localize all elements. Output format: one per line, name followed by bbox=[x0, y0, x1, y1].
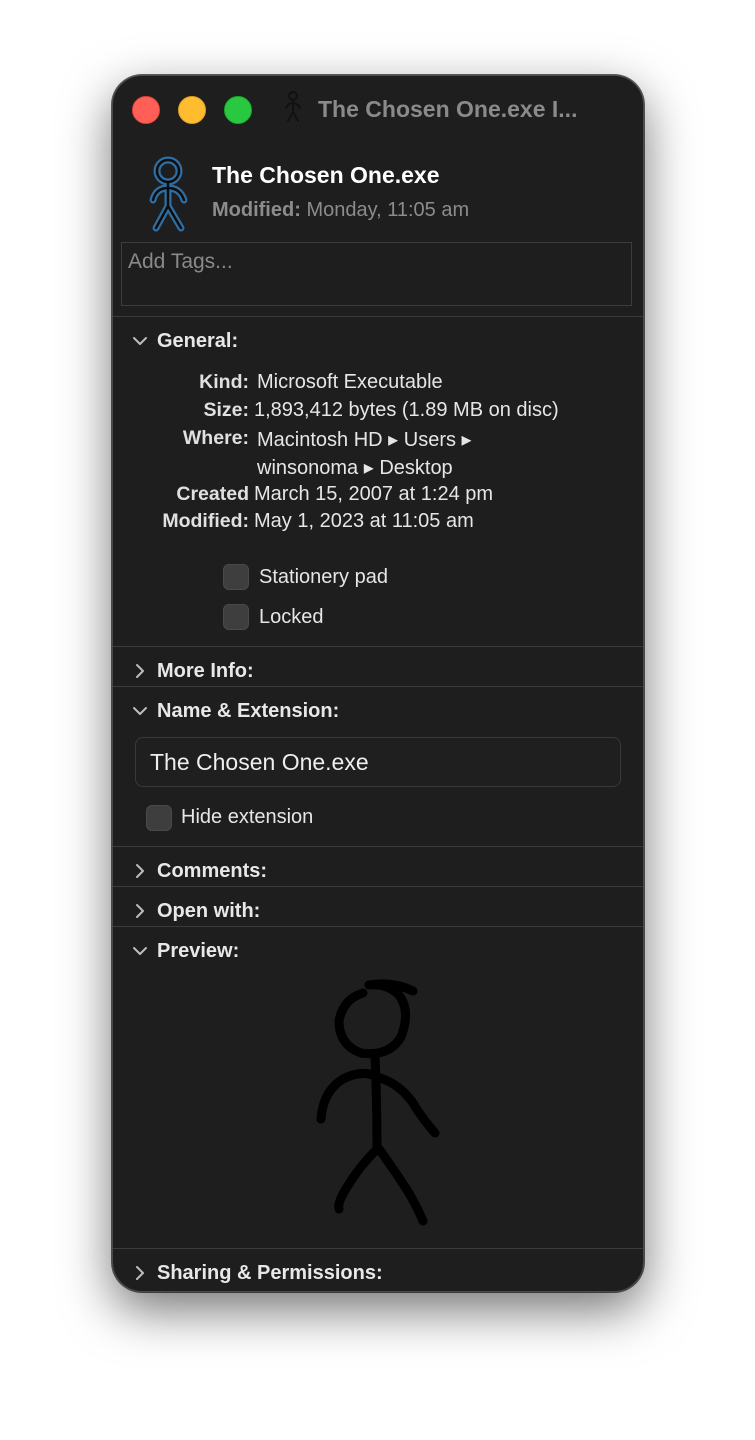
file-modified-label: Modified: bbox=[212, 199, 301, 221]
where-value-line2: winsonoma ▸ Desktop bbox=[257, 457, 453, 479]
divider bbox=[113, 646, 643, 647]
stationery-pad-checkbox[interactable] bbox=[223, 564, 249, 590]
where-label: Where: bbox=[182, 427, 249, 449]
stationery-pad-label: Stationery pad bbox=[259, 566, 388, 588]
hide-extension-label: Hide extension bbox=[181, 806, 314, 828]
modified-label: Modified: bbox=[162, 510, 249, 532]
close-button[interactable] bbox=[132, 96, 160, 124]
file-icon bbox=[149, 156, 188, 232]
window-title: The Chosen One.exe I... bbox=[318, 96, 578, 122]
divider bbox=[113, 926, 643, 927]
section-general-label: General: bbox=[157, 329, 239, 352]
chevron-right-icon bbox=[136, 904, 144, 918]
kind-label: Kind: bbox=[199, 371, 249, 393]
divider bbox=[113, 886, 643, 887]
section-name-extension-label: Name & Extension: bbox=[157, 699, 340, 722]
chevron-down-icon bbox=[133, 947, 147, 955]
divider bbox=[113, 686, 643, 687]
locked-checkbox[interactable] bbox=[223, 604, 249, 630]
section-sharing-permissions[interactable]: Sharing & Permissions: bbox=[131, 1259, 383, 1287]
divider bbox=[113, 1248, 643, 1249]
file-modified-value: Monday, 11:05 am bbox=[306, 199, 470, 221]
created-value: March 15, 2007 at 1:24 pm bbox=[254, 483, 494, 505]
preview-image bbox=[316, 979, 440, 1226]
created-label: Created bbox=[176, 483, 249, 505]
section-general[interactable]: General: bbox=[131, 327, 238, 355]
tags-field[interactable]: Add Tags... bbox=[121, 242, 632, 306]
section-more-info-label: More Info: bbox=[157, 659, 254, 682]
section-more-info[interactable]: More Info: bbox=[131, 657, 254, 685]
preview-legs bbox=[334, 1144, 428, 1226]
stick-figure-icon bbox=[285, 91, 301, 122]
kind-value: Microsoft Executable bbox=[257, 371, 443, 393]
preview-head bbox=[334, 979, 418, 1059]
locked-label: Locked bbox=[259, 606, 324, 628]
name-input[interactable]: The Chosen One.exe bbox=[135, 737, 621, 787]
tags-placeholder: Add Tags... bbox=[128, 250, 233, 273]
preview-body bbox=[370, 1050, 382, 1156]
section-comments[interactable]: Comments: bbox=[131, 857, 267, 885]
chevron-down-icon bbox=[133, 337, 147, 345]
size-label: Size: bbox=[203, 399, 249, 421]
divider bbox=[113, 316, 643, 317]
section-comments-label: Comments: bbox=[157, 859, 268, 882]
minimize-button[interactable] bbox=[178, 96, 206, 124]
section-preview[interactable]: Preview: bbox=[131, 937, 239, 965]
name-input-value: The Chosen One.exe bbox=[150, 749, 369, 775]
size-value: 1,893,412 bytes (1.89 MB on disc) bbox=[254, 399, 559, 421]
modified-value: May 1, 2023 at 11:05 am bbox=[254, 510, 474, 532]
section-open-with[interactable]: Open with: bbox=[131, 897, 260, 925]
section-open-with-label: Open with: bbox=[157, 899, 261, 922]
chevron-down-icon bbox=[133, 707, 147, 715]
zoom-button[interactable] bbox=[224, 96, 252, 124]
chevron-right-icon bbox=[136, 864, 144, 878]
section-sharing-permissions-label: Sharing & Permissions: bbox=[157, 1261, 383, 1284]
info-window: The Chosen One.exe I... The Chosen One.e… bbox=[112, 75, 644, 1292]
file-name: The Chosen One.exe bbox=[212, 162, 440, 188]
hide-extension-checkbox[interactable] bbox=[146, 805, 172, 831]
chevron-right-icon bbox=[136, 1266, 144, 1280]
file-modified: Modified: Monday, 11:05 am bbox=[212, 199, 469, 222]
chevron-right-icon bbox=[136, 664, 144, 678]
section-name-extension[interactable]: Name & Extension: bbox=[131, 697, 339, 725]
section-preview-label: Preview: bbox=[157, 939, 240, 962]
title-bar[interactable]: The Chosen One.exe I... bbox=[113, 76, 643, 142]
where-value-line1: Macintosh HD ▸ Users ▸ bbox=[257, 429, 472, 451]
divider bbox=[113, 846, 643, 847]
